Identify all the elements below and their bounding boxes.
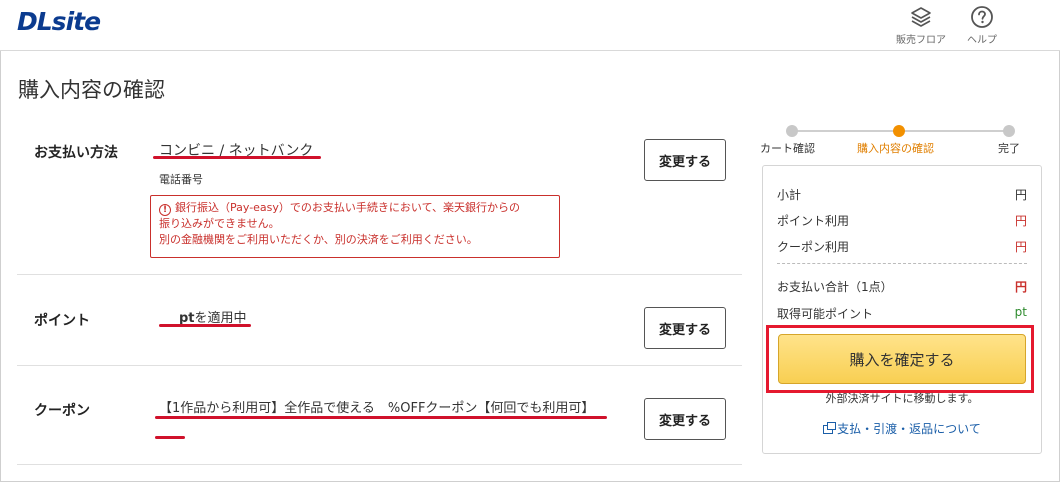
total-row: お支払い合計（1点） 円 <box>777 278 1027 295</box>
help-icon <box>971 6 993 28</box>
point-use-label: ポイント利用 <box>777 214 850 228</box>
point-use-row: ポイント利用 円 <box>777 212 1027 229</box>
change-coupon-button[interactable]: 変更する <box>644 398 726 440</box>
earn-point-row: 取得可能ポイント pt <box>777 305 1027 322</box>
step-label-cart: カート確認 <box>760 142 815 155</box>
step-dot-cart <box>786 125 798 137</box>
red-underline <box>155 436 185 439</box>
policy-link-text[interactable]: 支払・引渡・返品について <box>837 422 981 436</box>
confirm-purchase-button[interactable]: 購入を確定する <box>778 334 1026 384</box>
change-point-button[interactable]: 変更する <box>644 307 726 349</box>
layers-icon <box>911 7 931 27</box>
warning-line-3: 別の金融機関をご利用いただくか、別の決済をご利用ください。 <box>159 233 478 246</box>
earn-point-label: 取得可能ポイント <box>777 307 874 321</box>
step-label-complete: 完了 <box>998 142 1020 155</box>
step-dot-complete <box>1003 125 1015 137</box>
step-dot-confirm <box>893 125 905 137</box>
point-label: ポイント <box>34 313 90 329</box>
sales-floor-link[interactable]: 販売フロア <box>891 5 951 46</box>
change-payment-button[interactable]: 変更する <box>644 139 726 181</box>
subtotal-row: 小計 円 <box>777 186 1027 203</box>
payment-warning-box: ! 銀行振込（Pay-easy）でのお支払い手続きにおいて、楽天銀行からの 振り込… <box>150 195 560 258</box>
total-value: 円 <box>1014 280 1027 294</box>
alert-icon: ! <box>159 204 171 216</box>
coupon-use-value: 円 <box>1014 240 1027 254</box>
payment-sub-label: 電話番号 <box>159 173 203 186</box>
red-underline <box>153 156 321 159</box>
total-label: お支払い合計（1点） <box>777 280 893 294</box>
red-underline <box>159 324 251 327</box>
coupon-section: クーポン 【1作品から利用可】全作品で使える %OFFクーポン【何回でも利用可】… <box>17 366 742 465</box>
page-title: 購入内容の確認 <box>18 78 165 102</box>
help-label: ヘルプ <box>967 35 997 46</box>
payment-method-label: お支払い方法 <box>34 145 118 161</box>
checkout-steps: カート確認 購入内容の確認 完了 <box>760 124 1050 158</box>
coupon-use-row: クーポン利用 円 <box>777 238 1027 255</box>
warning-line-1: 銀行振込（Pay-easy）でのお支払い手続きにおいて、楽天銀行からの <box>175 201 521 214</box>
step-label-confirm: 購入内容の確認 <box>857 142 934 155</box>
coupon-label: クーポン <box>34 403 90 419</box>
external-link-icon <box>823 422 837 434</box>
order-summary: 小計 円 ポイント利用 円 クーポン利用 円 お支払い合計（1点） 円 取得可能… <box>762 165 1042 454</box>
dlsite-logo[interactable]: DLsite <box>17 7 101 36</box>
external-site-note: 外部決済サイトに移動します。 <box>825 392 979 405</box>
warning-line-2: 振り込みができません。 <box>159 217 280 230</box>
summary-divider <box>777 263 1027 264</box>
red-underline <box>155 416 607 419</box>
point-use-value: 円 <box>1014 214 1027 228</box>
site-header: DLsite 販売フロア ヘルプ <box>0 0 1060 51</box>
earn-point-value: pt <box>1014 305 1027 319</box>
policy-link[interactable]: 支払・引渡・返品について <box>763 420 1041 437</box>
coupon-use-label: クーポン利用 <box>777 240 850 254</box>
point-section: ポイント ptを適用中 変更する <box>17 275 742 366</box>
subtotal-value: 円 <box>1014 188 1027 202</box>
payment-method-section: お支払い方法 コンビニ / ネットバンク 電話番号 ! 銀行振込（Pay-easy… <box>17 120 742 275</box>
subtotal-label: 小計 <box>777 188 802 202</box>
help-link[interactable]: ヘルプ <box>952 5 1012 46</box>
sales-floor-label: 販売フロア <box>896 35 946 46</box>
